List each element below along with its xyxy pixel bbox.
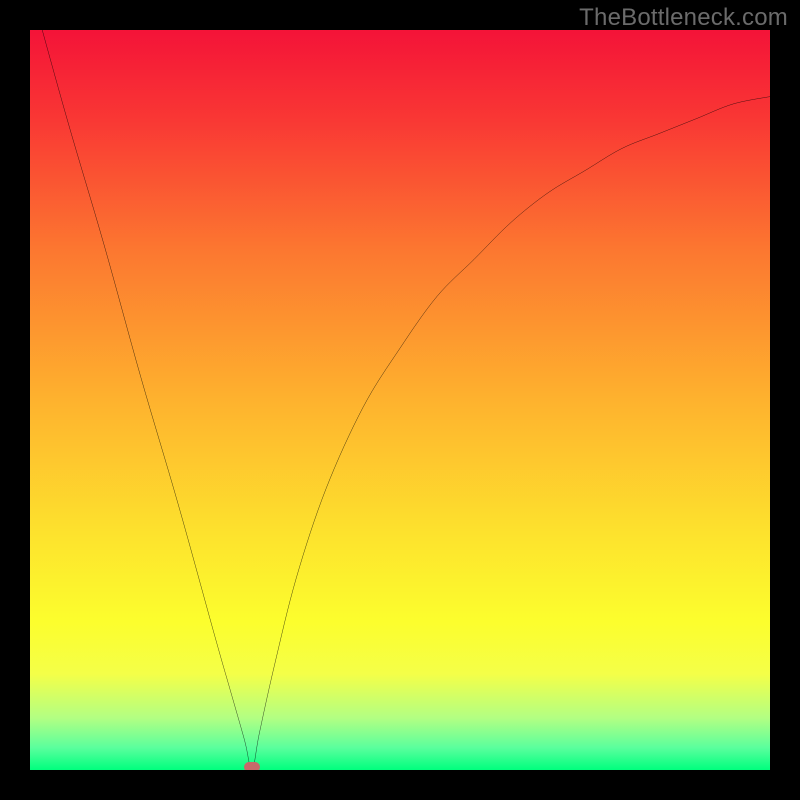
minimum-point-marker (244, 762, 260, 770)
plot-area (30, 30, 770, 770)
bottleneck-curve (30, 30, 770, 770)
chart-frame: TheBottleneck.com (0, 0, 800, 800)
watermark-text: TheBottleneck.com (579, 4, 788, 32)
